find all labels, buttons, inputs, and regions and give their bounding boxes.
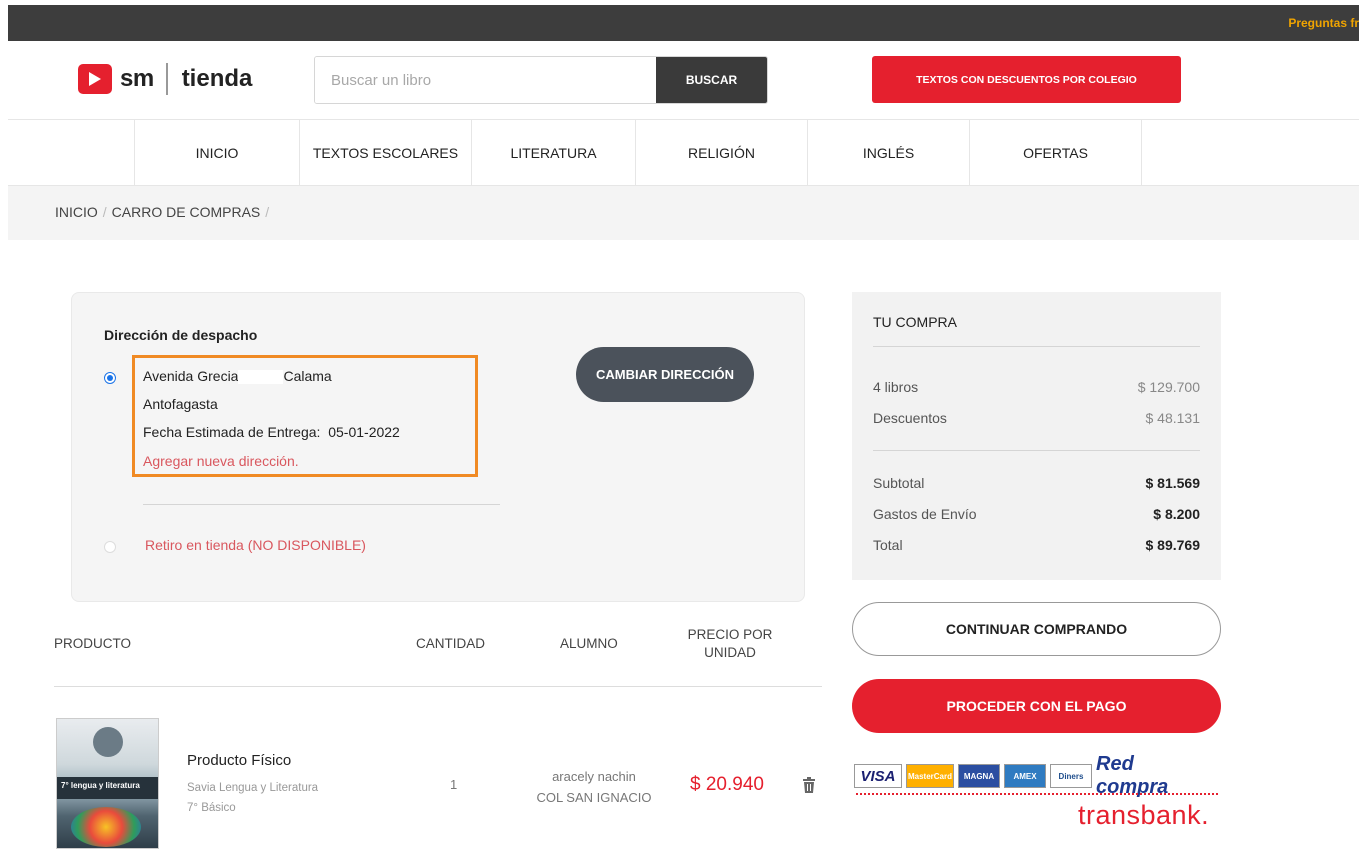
breadcrumb-bar: INICIO / CARRO DE COMPRAS / [8, 186, 1359, 240]
unit-price-header-line1: PRECIO POR [687, 627, 773, 642]
summary-books-row: 4 libros $ 129.700 [873, 379, 1200, 395]
store-logo[interactable]: sm tienda [78, 62, 252, 96]
subtotal-value: $ 81.569 [1145, 475, 1201, 491]
change-address-button[interactable]: CAMBIAR DIRECCIÓN [576, 347, 754, 402]
delivery-date: 05-01-2022 [328, 424, 400, 440]
cover-title: 7° lengua y literatura [61, 781, 140, 790]
magna-logo: MAGNA [958, 764, 1000, 788]
search-input[interactable] [315, 57, 656, 103]
top-bar: Preguntas fr [8, 5, 1359, 41]
trash-icon[interactable] [802, 777, 816, 793]
summary-title: TU COMPRA [873, 314, 957, 330]
summary-discount-row: Descuentos $ 48.131 [873, 410, 1200, 426]
nav-item-ingles[interactable]: INGLÉS [807, 120, 969, 186]
column-header-product: PRODUCTO [54, 636, 132, 651]
delivery-date-line: Fecha Estimada de Entrega: 05-01-2022 [143, 424, 400, 440]
sm-logo-icon [78, 64, 112, 94]
student-name: aracely nachin [552, 769, 636, 784]
nav-item-literatura[interactable]: LITERATURA [471, 120, 635, 186]
unit-price-header-line2: UNIDAD [704, 645, 756, 660]
add-address-link[interactable]: Agregar nueva dirección. [143, 453, 299, 469]
book-cover-image[interactable]: 7° lengua y literatura [56, 718, 159, 849]
shipping-cost-label: Gastos de Envío [873, 506, 977, 522]
breadcrumb-inicio[interactable]: INICIO [55, 204, 98, 220]
pickup-radio[interactable] [104, 541, 116, 553]
faq-link[interactable]: Preguntas fr [1288, 16, 1359, 30]
summary-shipping-row: Gastos de Envío $ 8.200 [873, 506, 1200, 522]
total-value: $ 89.769 [1145, 537, 1201, 553]
breadcrumb-separator: / [102, 204, 107, 220]
diners-logo: Diners [1050, 764, 1092, 788]
breadcrumb-current: CARRO DE COMPRAS [111, 204, 261, 220]
shipping-cost-value: $ 8.200 [1153, 506, 1200, 522]
amex-logo: AMEX [1004, 764, 1046, 788]
cover-artwork [71, 807, 141, 847]
summary-total-row: Total $ 89.769 [873, 537, 1200, 553]
column-header-unit-price: PRECIO POR UNIDAD [670, 626, 790, 662]
address-region: Antofagasta [143, 396, 218, 412]
books-label: 4 libros [873, 379, 919, 395]
subtotal-label: Subtotal [873, 475, 925, 491]
address-radio[interactable] [104, 372, 116, 384]
discount-label: Descuentos [873, 410, 947, 426]
visa-logo: VISA [854, 764, 902, 788]
order-summary: TU COMPRA 4 libros $ 129.700 Descuentos … [852, 292, 1221, 580]
nav-item-religion[interactable]: RELIGIÓN [635, 120, 807, 186]
summary-divider [873, 346, 1200, 347]
cover-band: 7° lengua y literatura [57, 777, 158, 799]
column-header-student: ALUMNO [560, 636, 618, 651]
shipping-address-card: Dirección de despacho Avenida Grecia Cala… [71, 292, 805, 602]
address-street: Avenida Grecia [143, 368, 239, 384]
nav-item-inicio[interactable]: INICIO [134, 120, 299, 186]
product-type: Producto Físico [187, 752, 292, 769]
shipping-title: Dirección de despacho [104, 327, 258, 343]
cover-figure [93, 727, 123, 757]
nav-item-textos-escolares[interactable]: TEXTOS ESCOLARES [299, 120, 471, 186]
table-divider [54, 686, 822, 687]
product-quantity: 1 [450, 777, 458, 792]
store-pickup-option: Retiro en tienda (NO DISPONIBLE) [145, 537, 366, 553]
proceed-to-payment-button[interactable]: PROCEDER CON EL PAGO [852, 679, 1221, 733]
address-street-line: Avenida Grecia Calama [143, 368, 332, 385]
main-nav: INICIO TEXTOS ESCOLARES LITERATURA RELIG… [8, 119, 1359, 186]
payment-divider [856, 793, 1218, 795]
discount-value: $ 48.131 [1145, 410, 1201, 426]
product-grade: 7° Básico [187, 802, 236, 814]
shipping-divider [143, 504, 500, 505]
books-value: $ 129.700 [1137, 379, 1200, 395]
total-label: Total [873, 537, 903, 553]
logo-sm-text: sm [120, 65, 154, 92]
mastercard-logo: MasterCard [906, 764, 954, 788]
school-discounts-button[interactable]: TEXTOS CON DESCUENTOS POR COLEGIO [872, 56, 1181, 103]
logo-divider [165, 63, 168, 95]
column-header-quantity: CANTIDAD [416, 636, 486, 651]
product-student: aracely nachin COL SAN IGNACIO [528, 766, 660, 808]
redacted-area [238, 370, 284, 385]
product-price: $ 20.940 [690, 774, 764, 795]
address-city: Calama [283, 368, 332, 384]
breadcrumb: INICIO / CARRO DE COMPRAS / [55, 204, 274, 220]
payment-methods: VISA MasterCard MAGNA AMEX Diners Red co… [854, 753, 1204, 798]
student-school: COL SAN IGNACIO [536, 790, 652, 805]
logo-tienda-text: tienda [181, 65, 253, 92]
continue-shopping-button[interactable]: CONTINUAR COMPRANDO [852, 602, 1221, 656]
transbank-logo: transbank. [1078, 800, 1210, 830]
search-button[interactable]: BUSCAR [656, 57, 767, 103]
redcompra-logo: Red compra [1096, 753, 1169, 798]
product-name[interactable]: Savia Lengua y Literatura [187, 782, 318, 794]
nav-item-ofertas[interactable]: OFERTAS [969, 120, 1142, 186]
summary-divider [873, 450, 1200, 451]
search-bar: BUSCAR [314, 56, 768, 104]
summary-subtotal-row: Subtotal $ 81.569 [873, 475, 1200, 491]
breadcrumb-separator: / [265, 204, 270, 220]
delivery-date-label: Fecha Estimada de Entrega: [143, 424, 321, 440]
